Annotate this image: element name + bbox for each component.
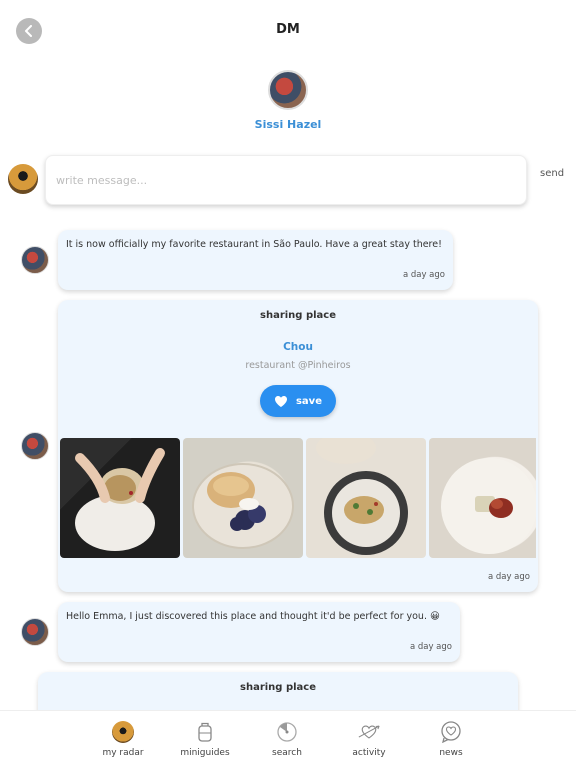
avatar[interactable] <box>268 70 308 110</box>
nav-label: search <box>272 748 302 758</box>
message-composer <box>45 155 527 205</box>
photo-strip[interactable] <box>60 438 536 558</box>
send-button[interactable]: send <box>540 168 564 179</box>
place-photo[interactable] <box>183 438 303 558</box>
message-time: a day ago <box>402 270 445 280</box>
sender-avatar[interactable] <box>21 432 49 460</box>
avatar-icon <box>112 721 134 743</box>
message-text: Hello Emma, I just discovered this place… <box>66 611 440 622</box>
nav-label: miniguides <box>180 748 230 758</box>
search-radar-icon <box>276 721 298 743</box>
message-text: It is now officially my favorite restaur… <box>66 239 442 250</box>
message-time: a day ago <box>487 572 530 582</box>
food-photo-image <box>316 438 408 555</box>
nav-news[interactable]: news <box>416 721 486 758</box>
place-photo[interactable] <box>306 438 426 558</box>
sender-avatar[interactable] <box>21 618 49 646</box>
place-photo[interactable] <box>429 438 536 558</box>
profile-name[interactable]: Sissi Hazel <box>0 118 576 131</box>
suitcase-icon <box>194 721 216 743</box>
page-title: DM <box>276 22 300 37</box>
speech-heart-icon <box>440 721 462 743</box>
food-photo-image <box>192 463 294 549</box>
nav-label: news <box>439 748 463 758</box>
message-bubble: Hello Emma, I just discovered this place… <box>58 602 460 662</box>
share-place-card: sharing place Chou restaurant @Pinheiros… <box>58 300 538 592</box>
heart-arrow-icon <box>358 721 380 743</box>
message-input[interactable] <box>46 156 526 204</box>
nav-search[interactable]: search <box>252 721 322 758</box>
save-button[interactable]: save <box>260 385 336 417</box>
nav-label: activity <box>352 748 386 758</box>
bottom-navigation: my radar miniguides search activity news <box>0 710 576 768</box>
my-avatar <box>8 164 38 194</box>
nav-miniguides[interactable]: miniguides <box>170 721 240 758</box>
nav-label: my radar <box>102 748 144 758</box>
food-photo-image <box>75 448 165 551</box>
place-photo[interactable] <box>60 438 180 558</box>
place-category: restaurant @Pinheiros <box>245 360 351 371</box>
share-card-title: sharing place <box>260 310 336 321</box>
nav-activity[interactable]: activity <box>334 721 404 758</box>
share-card-title: sharing place <box>240 682 316 693</box>
food-photo-image <box>441 458 536 554</box>
sender-avatar[interactable] <box>21 246 49 274</box>
heart-icon <box>274 395 287 407</box>
message-bubble: It is now officially my favorite restaur… <box>58 230 453 290</box>
nav-my-radar[interactable]: my radar <box>88 721 158 758</box>
place-name-link[interactable]: Chou <box>58 341 538 353</box>
save-label: save <box>295 395 322 407</box>
message-time: a day ago <box>409 642 452 652</box>
header: DM <box>0 0 576 60</box>
conversation-profile[interactable]: Sissi Hazel <box>0 70 576 131</box>
